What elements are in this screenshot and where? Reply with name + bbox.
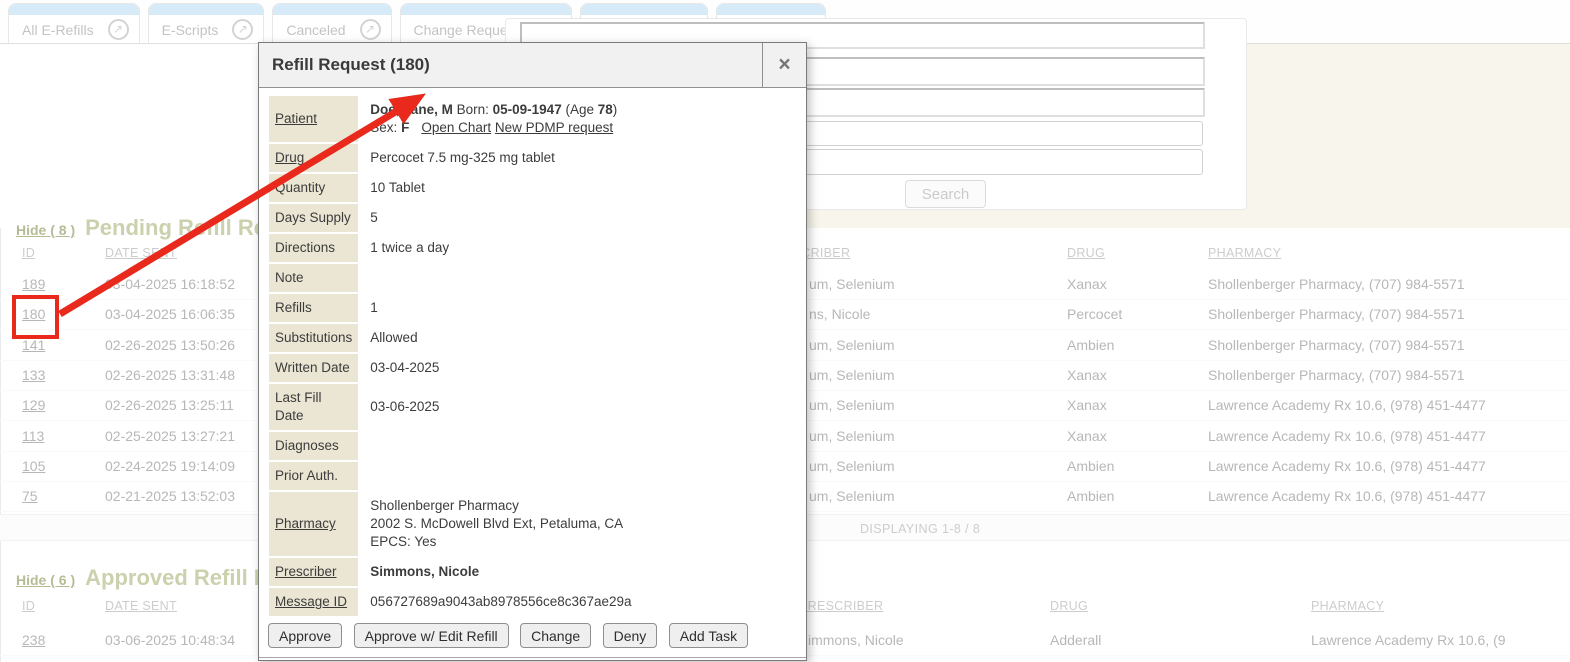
patient-line-1: Doe, Jane, M Born: 05-09-1947 (Age 78) [370, 101, 800, 119]
close-button[interactable]: × [762, 43, 806, 87]
modal-header: Refill Request (180) × [259, 43, 806, 88]
pharmacy-label-link[interactable]: Pharmacy [275, 516, 336, 531]
modal-title: Refill Request (180) [259, 43, 762, 87]
prescriber-value: Simmons, Nicole [360, 558, 800, 586]
prescriber-label-link[interactable]: Prescriber [275, 564, 337, 579]
field-row-message-id: Message ID 056727689a9043ab8978556ce8c36… [269, 588, 800, 616]
diagnoses-label: Diagnoses [269, 432, 358, 460]
open-chart-link[interactable]: Open Chart [421, 120, 491, 135]
modal-footer-divider [259, 657, 806, 658]
refill-detail-table: Patient Doe, Jane, M Born: 05-09-1947 (A… [267, 94, 802, 618]
field-row-directions: Directions 1 twice a day [269, 234, 800, 262]
refill-request-modal: Refill Request (180) × Patient Doe, Jane… [258, 42, 807, 661]
directions-value: 1 twice a day [360, 234, 800, 262]
field-row-last-fill-date: Last Fill Date 03-06-2025 [269, 384, 800, 430]
new-pdmp-request-link[interactable]: New PDMP request [495, 120, 613, 135]
drug-label-link[interactable]: Drug [275, 150, 304, 165]
quantity-label: Quantity [269, 174, 358, 202]
note-label: Note [269, 264, 358, 292]
refills-value: 1 [360, 294, 800, 322]
substitutions-label: Substitutions [269, 324, 358, 352]
days-supply-label: Days Supply [269, 204, 358, 232]
approve-button[interactable]: Approve [268, 623, 342, 648]
pharmacy-name: Shollenberger Pharmacy [370, 497, 800, 515]
pharmacy-value: Shollenberger Pharmacy 2002 S. McDowell … [360, 492, 800, 556]
close-icon: × [778, 53, 790, 77]
approve-with-edit-refill-button[interactable]: Approve w/ Edit Refill [354, 623, 509, 648]
field-row-note: Note [269, 264, 800, 292]
message-id-label-link[interactable]: Message ID [275, 594, 347, 609]
substitutions-value: Allowed [360, 324, 800, 352]
drug-value: Percocet 7.5 mg-325 mg tablet [360, 144, 800, 172]
modal-actions: Approve Approve w/ Edit Refill Change De… [268, 623, 806, 648]
e-refills-page: All E-Refills ↗ E-Scripts ↗ Canceled ↗ C… [0, 0, 1570, 662]
last-fill-date-value: 03-06-2025 [360, 384, 800, 430]
field-row-prior-auth: Prior Auth. [269, 462, 800, 490]
field-row-diagnoses: Diagnoses [269, 432, 800, 460]
patient-line-2: Sex: FOpen Chart New PDMP request [370, 119, 800, 137]
refills-label: Refills [269, 294, 358, 322]
field-row-substitutions: Substitutions Allowed [269, 324, 800, 352]
written-date-label: Written Date [269, 354, 358, 382]
prior-auth-label: Prior Auth. [269, 462, 358, 490]
field-row-days-supply: Days Supply 5 [269, 204, 800, 232]
field-row-drug: Drug Percocet 7.5 mg-325 mg tablet [269, 144, 800, 172]
field-row-quantity: Quantity 10 Tablet [269, 174, 800, 202]
field-row-pharmacy: Pharmacy Shollenberger Pharmacy 2002 S. … [269, 492, 800, 556]
last-fill-date-label: Last Fill Date [269, 384, 358, 430]
written-date-value: 03-04-2025 [360, 354, 800, 382]
quantity-value: 10 Tablet [360, 174, 800, 202]
field-row-prescriber: Prescriber Simmons, Nicole [269, 558, 800, 586]
pharmacy-epcs: EPCS: Yes [370, 533, 800, 551]
prior-auth-value [360, 462, 800, 490]
patient-value: Doe, Jane, M Born: 05-09-1947 (Age 78) S… [360, 96, 800, 142]
field-row-written-date: Written Date 03-04-2025 [269, 354, 800, 382]
directions-label: Directions [269, 234, 358, 262]
add-task-button[interactable]: Add Task [669, 623, 748, 648]
diagnoses-value [360, 432, 800, 460]
pharmacy-address: 2002 S. McDowell Blvd Ext, Petaluma, CA [370, 515, 800, 533]
message-id-value: 056727689a9043ab8978556ce8c367ae29a [360, 588, 800, 616]
days-supply-value: 5 [360, 204, 800, 232]
note-value [360, 264, 800, 292]
patient-label-link[interactable]: Patient [275, 111, 317, 126]
field-row-patient: Patient Doe, Jane, M Born: 05-09-1947 (A… [269, 96, 800, 142]
field-row-refills: Refills 1 [269, 294, 800, 322]
deny-button[interactable]: Deny [603, 623, 658, 648]
change-button[interactable]: Change [520, 623, 591, 648]
